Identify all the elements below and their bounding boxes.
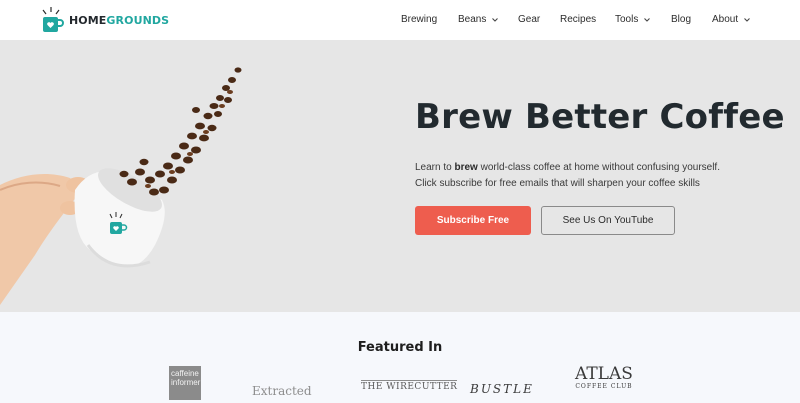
hero-description: Learn to brew world-class coffee at home… bbox=[415, 160, 755, 192]
nav-gear[interactable]: Gear bbox=[518, 14, 540, 25]
hero-image-coffee-mug-beans bbox=[0, 67, 242, 305]
nav-about[interactable]: About bbox=[712, 14, 752, 25]
hero-description-line2: Click subscribe for free emails that wil… bbox=[415, 178, 700, 189]
nav-tools[interactable]: Tools bbox=[615, 14, 652, 25]
nav-brewing-label: Brewing bbox=[401, 14, 438, 25]
nav-about-label: About bbox=[712, 14, 739, 25]
extracted-logo: Extracted bbox=[252, 384, 312, 398]
bustle-logo: BUSTLE bbox=[470, 382, 534, 396]
nav-recipes[interactable]: Recipes bbox=[560, 14, 596, 25]
hero-section: Brew Better Coffee Learn to brew world-c… bbox=[0, 40, 800, 312]
nav-recipes-label: Recipes bbox=[560, 14, 597, 25]
nav-blog-label: Blog bbox=[671, 14, 692, 25]
wirecutter-logo: THE WIRECUTTER bbox=[361, 380, 458, 392]
hero-description-line1: Learn to brew world-class coffee at home… bbox=[415, 162, 720, 173]
subscribe-free-button[interactable]: Subscribe Free bbox=[415, 206, 531, 235]
featured-in-title: Featured In bbox=[357, 340, 443, 355]
caffeine-informer-logo: caffeine informer bbox=[169, 366, 201, 400]
youtube-button[interactable]: See Us On YouTube bbox=[541, 206, 675, 235]
chevron-down-icon bbox=[644, 17, 651, 22]
nav-beans-label: Beans bbox=[458, 14, 487, 25]
nav-beans[interactable]: Beans bbox=[458, 14, 500, 25]
hero-title: Brew Better Coffee bbox=[415, 97, 785, 137]
site-header: HOMEGROUNDS Brewing Beans Gear Recipes T… bbox=[0, 0, 800, 40]
chevron-down-icon bbox=[744, 17, 751, 22]
featured-in-section: Featured In caffeine informer Extracted … bbox=[0, 312, 800, 403]
nav-gear-label: Gear bbox=[518, 14, 541, 25]
chevron-down-icon bbox=[492, 17, 499, 22]
coffee-mug-icon bbox=[40, 6, 64, 34]
homegrounds-logo[interactable]: HOMEGROUNDS bbox=[40, 6, 169, 34]
logo-text: HOMEGROUNDS bbox=[69, 13, 170, 27]
nav-brewing[interactable]: Brewing bbox=[401, 14, 437, 25]
atlas-coffee-club-logo: ATLAS COFFEE CLUB bbox=[575, 364, 633, 391]
nav-blog[interactable]: Blog bbox=[671, 14, 691, 25]
nav-tools-label: Tools bbox=[615, 14, 639, 25]
